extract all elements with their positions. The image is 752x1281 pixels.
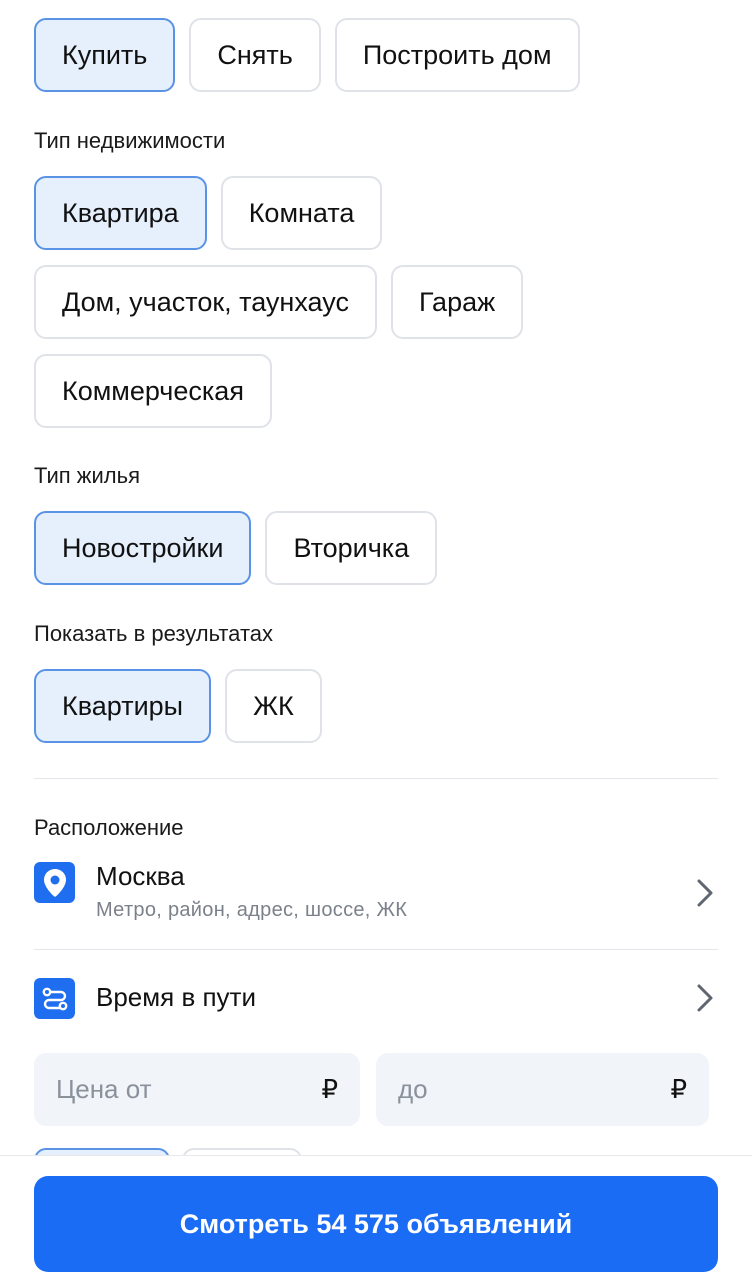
chevron-right-icon [696, 878, 714, 913]
show-results-button[interactable]: Смотреть 54 575 объявлений [34, 1176, 718, 1272]
show-results-group: Квартиры ЖК [34, 669, 718, 743]
filters-panel: Купить Снять Построить дом Тип недвижимо… [34, 18, 718, 1126]
property-type-room-chip[interactable]: Комната [220, 176, 383, 250]
show-results-apartments-chip[interactable]: Квартиры [34, 669, 212, 743]
show-results-complexes-chip[interactable]: ЖК [225, 669, 322, 743]
travel-time-label: Время в пути [96, 982, 256, 1012]
property-type-apartment-chip[interactable]: Квартира [34, 176, 207, 250]
price-from-placeholder: Цена от [56, 1074, 152, 1104]
price-from-field[interactable]: Цена от ₽ [34, 1053, 360, 1126]
housing-type-group: Новостройки Вторичка [34, 511, 718, 585]
location-city: Москва [96, 861, 185, 891]
location-pin-icon [34, 862, 75, 903]
property-type-garage-chip[interactable]: Гараж [390, 265, 524, 339]
currency-rub-icon: ₽ [321, 1074, 338, 1104]
location-label: Расположение [34, 815, 184, 840]
housing-type-new-chip[interactable]: Новостройки [34, 511, 252, 585]
deal-type-rent-chip[interactable]: Снять [189, 18, 321, 92]
property-type-group: Квартира Комната Дом, участок, таунхаус … [34, 176, 718, 428]
chevron-right-icon [696, 983, 714, 1018]
section-divider [34, 778, 718, 779]
deal-type-buy-chip[interactable]: Купить [34, 18, 176, 92]
bottom-bar: Смотреть 54 575 объявлений [0, 1155, 752, 1281]
show-results-label: Показать в результатах [34, 621, 274, 646]
price-range: Цена от ₽ до ₽ [34, 1053, 718, 1126]
deal-type-build-chip[interactable]: Построить дом [334, 18, 580, 92]
price-to-placeholder: до [398, 1074, 428, 1104]
currency-rub-icon: ₽ [670, 1074, 687, 1104]
housing-type-secondary-chip[interactable]: Вторичка [265, 511, 438, 585]
price-to-field[interactable]: до ₽ [376, 1053, 709, 1126]
deal-type-group: Купить Снять Построить дом [34, 18, 718, 92]
location-hint: Метро, район, адрес, шоссе, ЖК [96, 899, 408, 921]
property-type-commercial-chip[interactable]: Коммерческая [34, 354, 272, 428]
route-icon [34, 978, 75, 1019]
housing-type-label: Тип жилья [34, 463, 141, 488]
property-type-label: Тип недвижимости [34, 128, 226, 153]
travel-time-row[interactable]: Время в пути [34, 950, 718, 1050]
location-row[interactable]: Москва Метро, район, адрес, шоссе, ЖК [34, 861, 718, 949]
property-type-house-chip[interactable]: Дом, участок, таунхаус [34, 265, 377, 339]
